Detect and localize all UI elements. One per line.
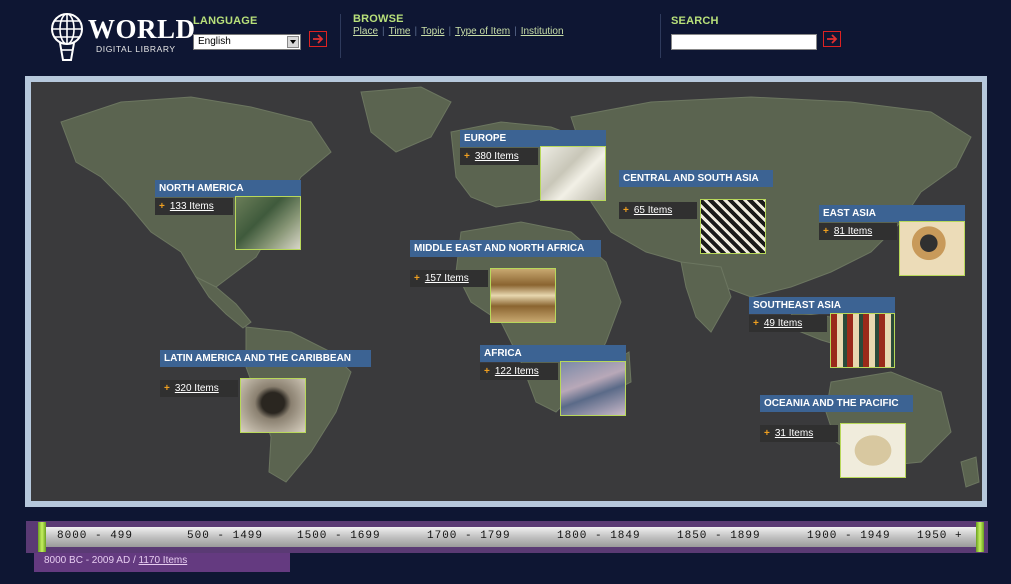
language-go-button[interactable] — [309, 31, 327, 47]
region-count[interactable]: +49 Items — [749, 315, 827, 332]
search-input[interactable] — [671, 34, 817, 50]
timeline-date-range: 8000 BC - 2009 AD / — [44, 555, 136, 566]
browse-link-place[interactable]: Place — [353, 26, 378, 37]
search-label: SEARCH — [671, 15, 719, 27]
timeline-end-handle[interactable] — [976, 522, 984, 552]
arrow-right-icon — [313, 34, 324, 44]
timeline-start-handle[interactable] — [38, 522, 46, 552]
thumbnail-image[interactable] — [240, 378, 306, 433]
region-title[interactable]: AFRICA — [480, 345, 626, 362]
header-divider — [340, 14, 341, 58]
thumbnail-image[interactable] — [830, 313, 895, 368]
region-count[interactable]: +81 Items — [819, 223, 897, 240]
region-count[interactable]: +122 Items — [480, 363, 558, 380]
browse-link-topic[interactable]: Topic — [421, 26, 444, 37]
region-items-link[interactable]: 81 Items — [834, 226, 872, 237]
region-title[interactable]: SOUTHEAST ASIA — [749, 297, 895, 314]
region-items-link[interactable]: 122 Items — [495, 366, 539, 377]
timeline-range-item[interactable]: 1700 - 1799 — [427, 530, 511, 542]
plus-icon: + — [164, 383, 170, 394]
region-count[interactable]: +65 Items — [619, 202, 697, 219]
chevron-down-icon[interactable] — [287, 36, 299, 48]
region-title[interactable]: NORTH AMERICA — [155, 180, 301, 197]
browse-link-institution[interactable]: Institution — [521, 26, 564, 37]
region-title[interactable]: EUROPE — [460, 130, 606, 147]
thumbnail-image[interactable] — [235, 196, 301, 250]
region-title[interactable]: CENTRAL AND SOUTH ASIA — [619, 170, 773, 187]
thumbnail-image[interactable] — [490, 268, 556, 323]
region-items-link[interactable]: 320 Items — [175, 383, 219, 394]
timeline-range-item[interactable]: 1900 - 1949 — [807, 530, 891, 542]
timeline-range-item[interactable]: 500 - 1499 — [187, 530, 263, 542]
language-select[interactable]: English — [193, 34, 301, 50]
region-items-link[interactable]: 65 Items — [634, 205, 672, 216]
timeline-summary: 8000 BC - 2009 AD / 1170 Items — [34, 553, 290, 572]
timeline-range-item[interactable]: 8000 - 499 — [57, 530, 133, 542]
region-items-link[interactable]: 49 Items — [764, 318, 802, 329]
region-items-link[interactable]: 31 Items — [775, 428, 813, 439]
globe-logo-icon[interactable] — [50, 12, 84, 64]
thumbnail-image[interactable] — [700, 199, 766, 254]
browse-label: BROWSE — [353, 13, 404, 25]
region-count[interactable]: +133 Items — [155, 198, 233, 215]
timeline-range-item[interactable]: 1500 - 1699 — [297, 530, 381, 542]
region-title[interactable]: EAST ASIA — [819, 205, 965, 222]
plus-icon: + — [823, 226, 829, 237]
plus-icon: + — [484, 366, 490, 377]
timeline-range-item[interactable]: 1850 - 1899 — [677, 530, 761, 542]
region-title[interactable]: OCEANIA AND THE PACIFIC — [760, 395, 913, 412]
plus-icon: + — [764, 428, 770, 439]
thumbnail-image[interactable] — [540, 146, 606, 201]
region-items-link[interactable]: 133 Items — [170, 201, 214, 212]
plus-icon: + — [623, 205, 629, 216]
region-title[interactable]: MIDDLE EAST AND NORTH AFRICA — [410, 240, 601, 257]
plus-icon: + — [159, 201, 165, 212]
thumbnail-image[interactable] — [840, 423, 906, 478]
thumbnail-image[interactable] — [899, 221, 965, 276]
timeline-range-item[interactable]: 1950 + — [917, 530, 963, 542]
header-divider — [660, 14, 661, 58]
plus-icon: + — [464, 151, 470, 162]
arrow-right-icon — [827, 34, 838, 44]
plus-icon: + — [753, 318, 759, 329]
logo-subtitle: DIGITAL LIBRARY — [96, 44, 176, 54]
language-selected-value: English — [198, 36, 231, 47]
timeline-items-link[interactable]: 1170 Items — [139, 555, 188, 566]
plus-icon: + — [414, 273, 420, 284]
world-map[interactable]: NORTH AMERICA +133 Items EUROPE +380 Ite… — [31, 82, 982, 501]
region-count[interactable]: +31 Items — [760, 425, 838, 442]
region-items-link[interactable]: 380 Items — [475, 151, 519, 162]
browse-link-time[interactable]: Time — [389, 26, 411, 37]
logo-wordmark[interactable]: WORLD — [88, 16, 196, 43]
browse-links: Place | Time | Topic | Type of Item | Institutio… — [353, 26, 564, 37]
region-count[interactable]: +157 Items — [410, 270, 488, 287]
browse-link-type-of-item[interactable]: Type of Item — [455, 26, 510, 37]
region-title[interactable]: LATIN AMERICA AND THE CARIBBEAN — [160, 350, 371, 367]
timeline-range-item[interactable]: 1800 - 1849 — [557, 530, 641, 542]
thumbnail-image[interactable] — [560, 361, 626, 416]
search-go-button[interactable] — [823, 31, 841, 47]
region-count[interactable]: +380 Items — [460, 148, 538, 165]
language-label: LANGUAGE — [193, 15, 258, 27]
region-count[interactable]: +320 Items — [160, 380, 238, 397]
region-items-link[interactable]: 157 Items — [425, 273, 469, 284]
